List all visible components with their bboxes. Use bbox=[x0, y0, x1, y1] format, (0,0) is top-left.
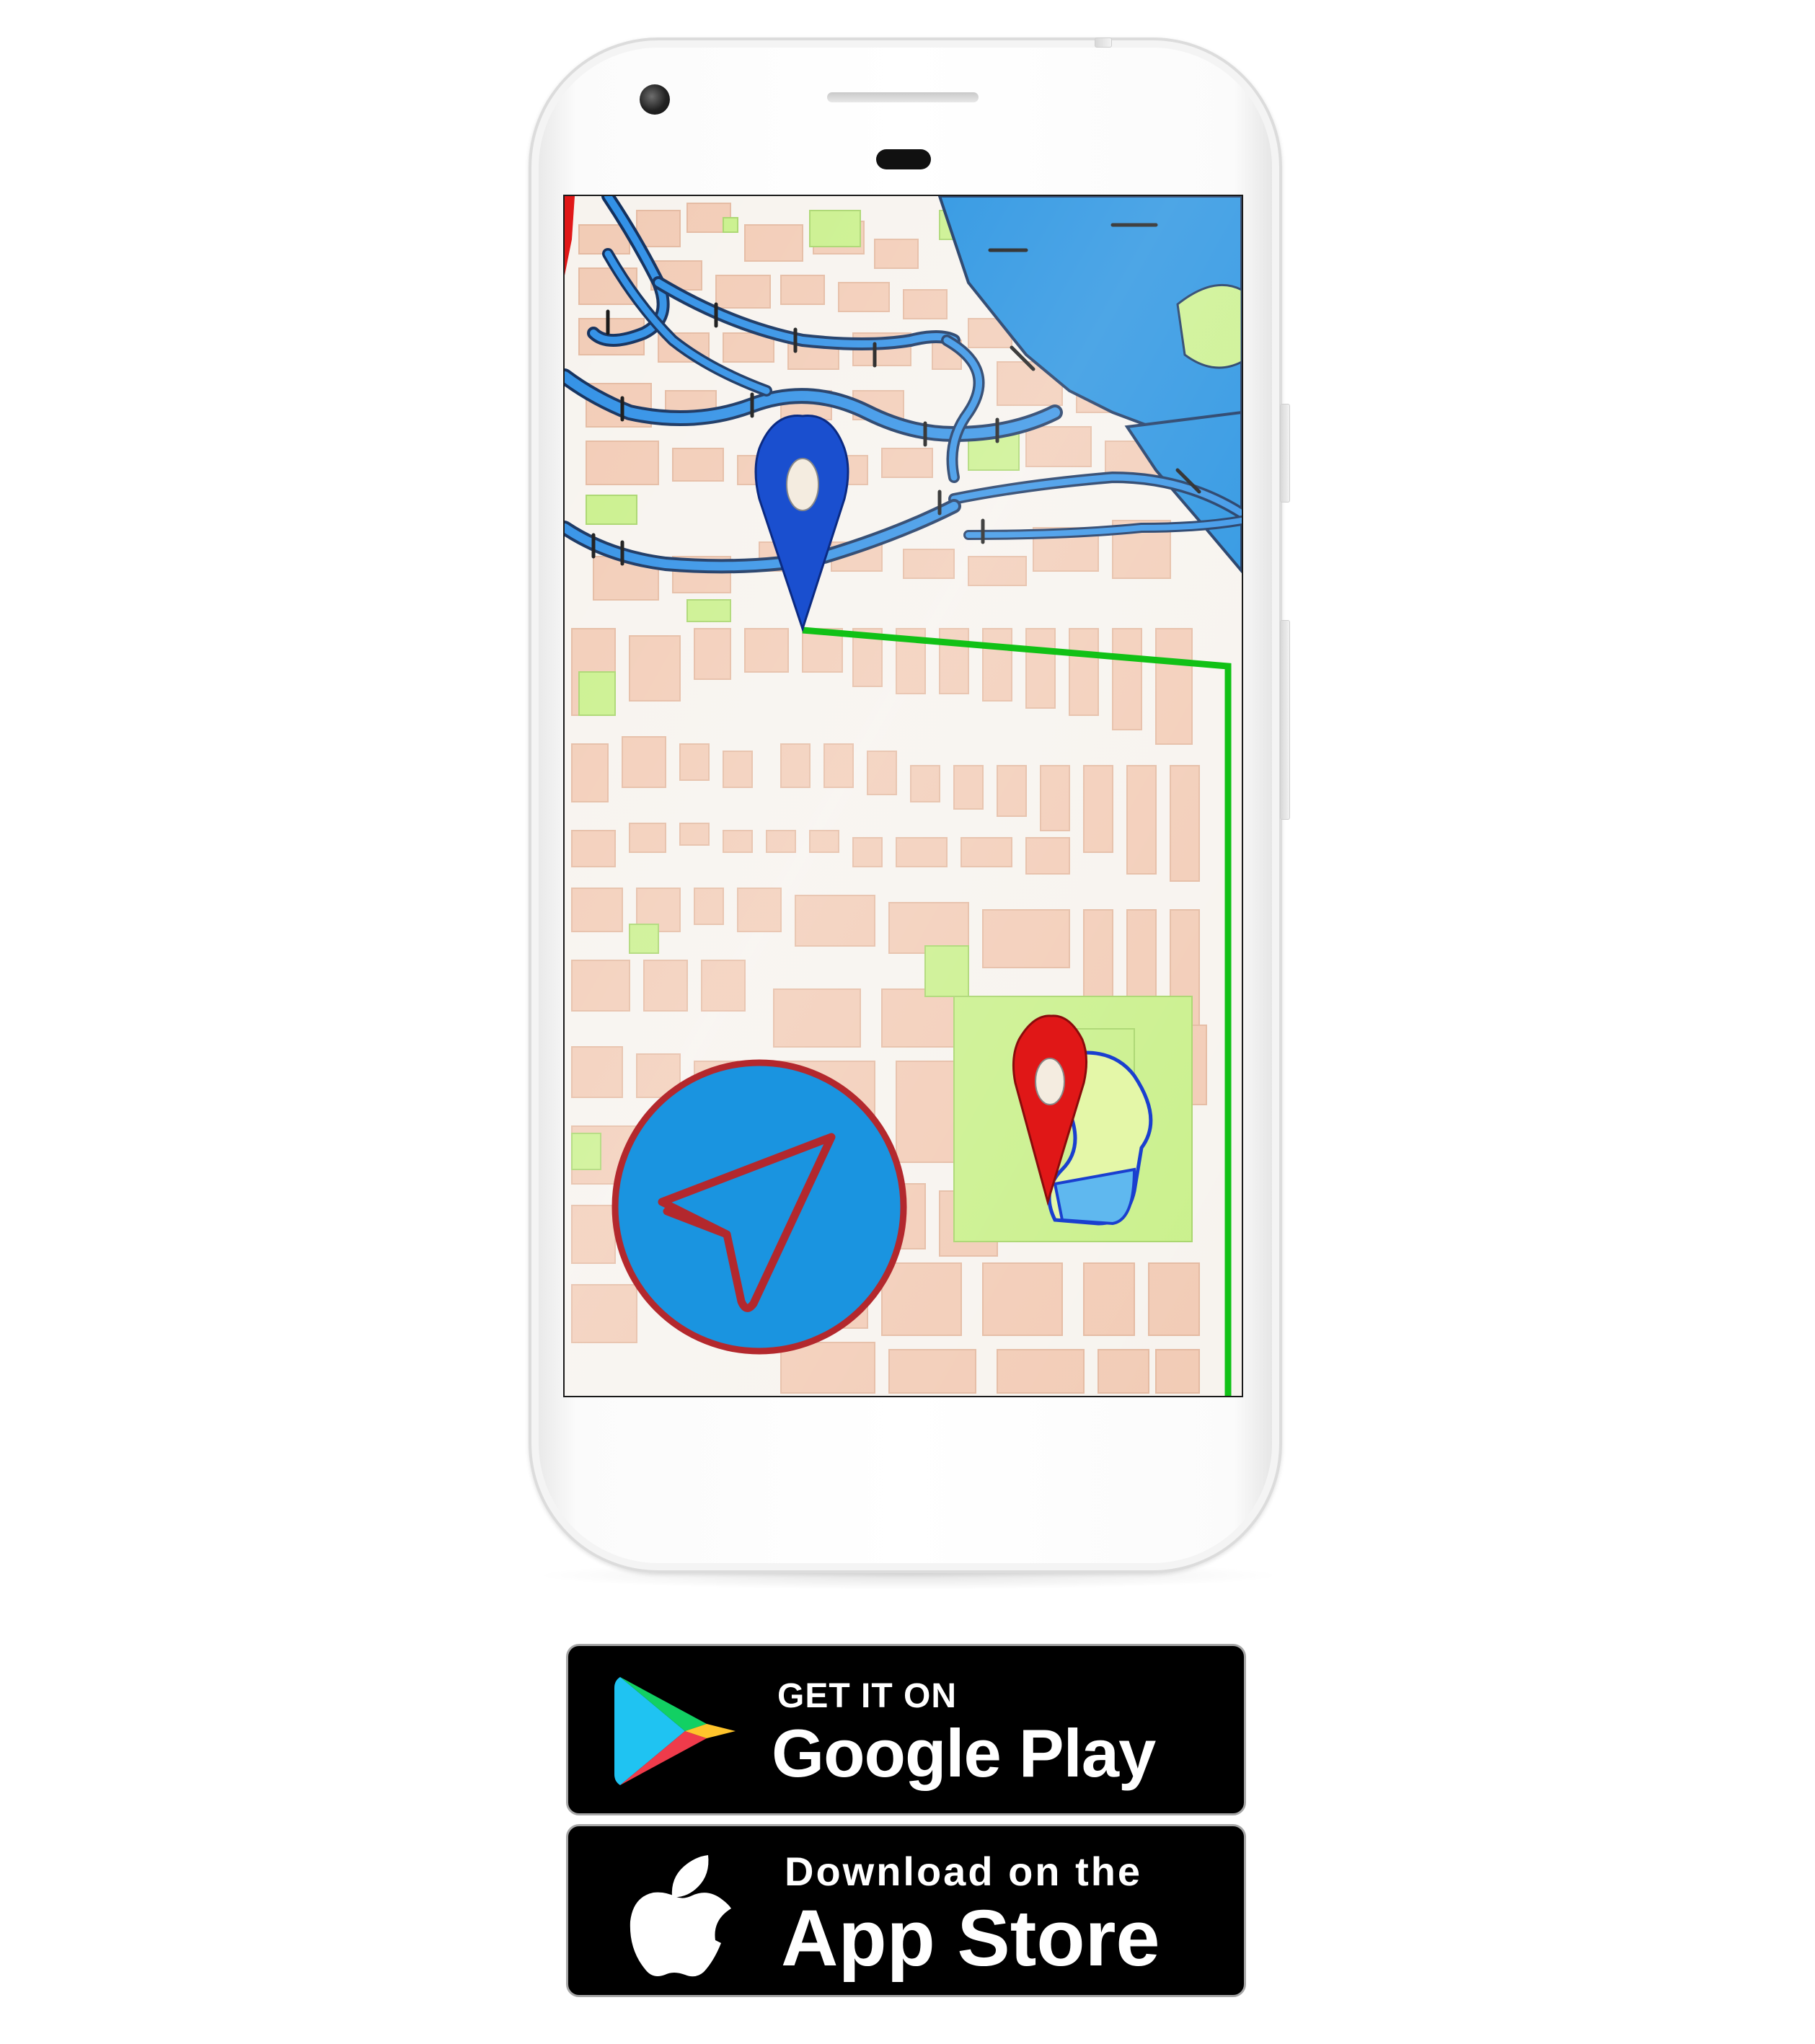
apple-icon bbox=[627, 1849, 743, 1983]
earpiece-speaker bbox=[827, 92, 979, 102]
map-view[interactable] bbox=[565, 196, 1242, 1396]
phone-screen bbox=[563, 195, 1243, 1397]
app-store-big-text: App Store bbox=[781, 1894, 1160, 1983]
google-play-icon bbox=[613, 1673, 739, 1792]
proximity-sensor bbox=[876, 149, 931, 169]
google-play-badge[interactable]: GET IT ON Google Play bbox=[566, 1644, 1246, 1815]
google-play-small-text: GET IT ON bbox=[777, 1677, 957, 1715]
phone-top-button bbox=[1095, 37, 1112, 48]
phone-volume-button bbox=[1280, 620, 1290, 820]
google-play-big-text: Google Play bbox=[772, 1715, 1156, 1791]
phone-power-button bbox=[1280, 404, 1290, 503]
front-camera bbox=[640, 84, 670, 115]
app-store-small-text: Download on the bbox=[785, 1849, 1143, 1894]
navigate-fab-button[interactable] bbox=[611, 1059, 907, 1355]
app-store-badge[interactable]: Download on the App Store bbox=[566, 1824, 1246, 1997]
